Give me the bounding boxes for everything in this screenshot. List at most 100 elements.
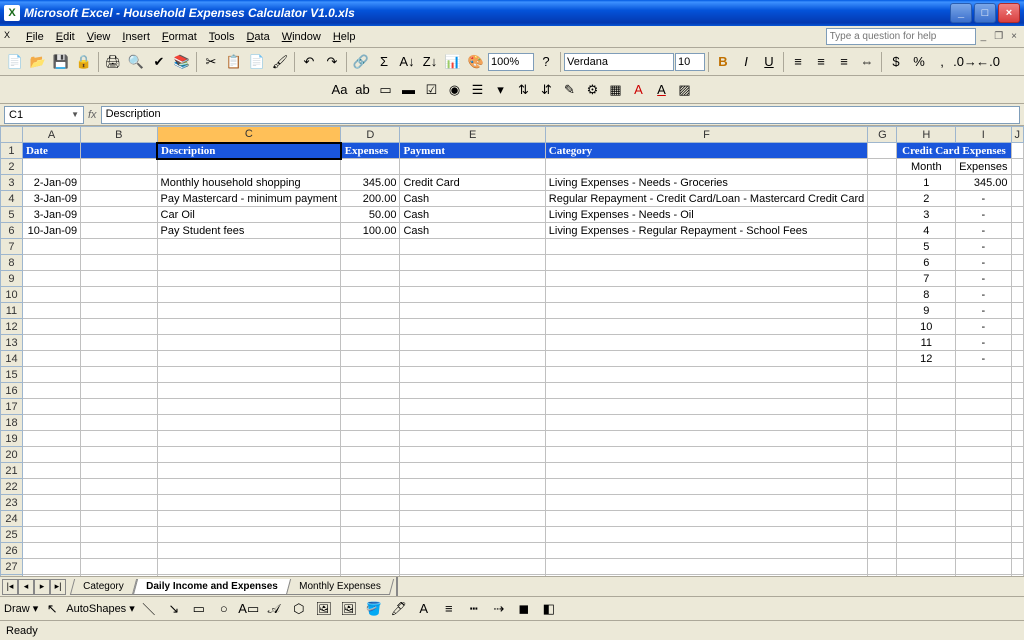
- dash-style-button[interactable]: ┅: [463, 598, 485, 620]
- cell-G10[interactable]: [868, 287, 897, 303]
- cell-G2[interactable]: [868, 159, 897, 175]
- cell-J26[interactable]: [1011, 543, 1024, 559]
- cell-B16[interactable]: [81, 383, 157, 399]
- cell-E21[interactable]: [400, 463, 545, 479]
- row-header-9[interactable]: 9: [1, 271, 23, 287]
- cell-H7[interactable]: 5: [897, 239, 956, 255]
- arrow-button[interactable]: ↘: [163, 598, 185, 620]
- row-header-28[interactable]: 28: [1, 575, 23, 577]
- permission-button[interactable]: 🔒: [73, 51, 95, 73]
- cell-B19[interactable]: [81, 431, 157, 447]
- col-header-D[interactable]: D: [341, 127, 400, 143]
- cell-C9[interactable]: [157, 271, 341, 287]
- cell-J17[interactable]: [1011, 399, 1024, 415]
- scrollbar-button[interactable]: ⇅: [513, 79, 535, 101]
- cell-E9[interactable]: [400, 271, 545, 287]
- sort-asc-button[interactable]: A↓: [396, 51, 418, 73]
- cell-E23[interactable]: [400, 495, 545, 511]
- cell-D4[interactable]: 200.00: [341, 191, 400, 207]
- cell-C8[interactable]: [157, 255, 341, 271]
- cell-B7[interactable]: [81, 239, 157, 255]
- cell-D13[interactable]: [341, 335, 400, 351]
- cell-D16[interactable]: [341, 383, 400, 399]
- col-header-I[interactable]: I: [956, 127, 1011, 143]
- cell-D25[interactable]: [341, 527, 400, 543]
- cell-I17[interactable]: [956, 399, 1011, 415]
- cell-F15[interactable]: [545, 367, 867, 383]
- cell-E20[interactable]: [400, 447, 545, 463]
- cell-A25[interactable]: [22, 527, 80, 543]
- checkbox-button[interactable]: ☑: [421, 79, 443, 101]
- cell-I13[interactable]: -: [956, 335, 1011, 351]
- cell-D27[interactable]: [341, 559, 400, 575]
- cell-I4[interactable]: -: [956, 191, 1011, 207]
- cell-C4[interactable]: Pay Mastercard - minimum payment: [157, 191, 341, 207]
- formula-bar[interactable]: Description: [101, 106, 1020, 124]
- cell-D22[interactable]: [341, 479, 400, 495]
- cell-I14[interactable]: -: [956, 351, 1011, 367]
- run-dialog-button[interactable]: A: [628, 79, 650, 101]
- cell-J23[interactable]: [1011, 495, 1024, 511]
- row-header-1[interactable]: 1: [1, 143, 23, 159]
- comma-button[interactable]: ,: [931, 51, 953, 73]
- cell-B13[interactable]: [81, 335, 157, 351]
- cell-E3[interactable]: Credit Card: [400, 175, 545, 191]
- cell-E10[interactable]: [400, 287, 545, 303]
- spelling-button[interactable]: ✔: [148, 51, 170, 73]
- tab-nav-prev[interactable]: ◂: [18, 579, 34, 595]
- line-button[interactable]: ＼: [138, 598, 160, 620]
- cell-E15[interactable]: [400, 367, 545, 383]
- cell-D2[interactable]: [341, 159, 400, 175]
- cell-B12[interactable]: [81, 319, 157, 335]
- cell-F28[interactable]: [545, 575, 867, 577]
- cell-J8[interactable]: [1011, 255, 1024, 271]
- decrease-decimal-button[interactable]: ←.0: [977, 51, 999, 73]
- cell-A3[interactable]: 2-Jan-09: [22, 175, 80, 191]
- cell-J12[interactable]: [1011, 319, 1024, 335]
- cell-B25[interactable]: [81, 527, 157, 543]
- row-header-6[interactable]: 6: [1, 223, 23, 239]
- cell-E13[interactable]: [400, 335, 545, 351]
- cell-H23[interactable]: [897, 495, 956, 511]
- row-header-21[interactable]: 21: [1, 463, 23, 479]
- cell-D17[interactable]: [341, 399, 400, 415]
- percent-button[interactable]: %: [908, 51, 930, 73]
- cell-E7[interactable]: [400, 239, 545, 255]
- cell-F22[interactable]: [545, 479, 867, 495]
- cell-D21[interactable]: [341, 463, 400, 479]
- select-all-cell[interactable]: [1, 127, 23, 143]
- cell-D6[interactable]: 100.00: [341, 223, 400, 239]
- align-right-button[interactable]: ≡: [833, 51, 855, 73]
- cell-C24[interactable]: [157, 511, 341, 527]
- cell-B26[interactable]: [81, 543, 157, 559]
- col-header-A[interactable]: A: [22, 127, 80, 143]
- cell-H16[interactable]: [897, 383, 956, 399]
- cell-J25[interactable]: [1011, 527, 1024, 543]
- help-search-input[interactable]: [826, 28, 976, 45]
- row-header-13[interactable]: 13: [1, 335, 23, 351]
- cell-H9[interactable]: 7: [897, 271, 956, 287]
- cell-A1[interactable]: Date: [22, 143, 80, 159]
- row-header-12[interactable]: 12: [1, 319, 23, 335]
- cell-G19[interactable]: [868, 431, 897, 447]
- col-header-G[interactable]: G: [868, 127, 897, 143]
- row-header-16[interactable]: 16: [1, 383, 23, 399]
- cell-C16[interactable]: [157, 383, 341, 399]
- cell-G13[interactable]: [868, 335, 897, 351]
- cell-I21[interactable]: [956, 463, 1011, 479]
- print-button[interactable]: 🖨: [102, 51, 124, 73]
- wordart-button[interactable]: 𝒜: [263, 598, 285, 620]
- cell-I23[interactable]: [956, 495, 1011, 511]
- cell-C26[interactable]: [157, 543, 341, 559]
- cell-I24[interactable]: [956, 511, 1011, 527]
- cell-H15[interactable]: [897, 367, 956, 383]
- col-header-J[interactable]: J: [1011, 127, 1024, 143]
- button-button[interactable]: ▬: [398, 79, 420, 101]
- cell-F27[interactable]: [545, 559, 867, 575]
- cell-H20[interactable]: [897, 447, 956, 463]
- cell-C5[interactable]: Car Oil: [157, 207, 341, 223]
- row-header-3[interactable]: 3: [1, 175, 23, 191]
- cell-A8[interactable]: [22, 255, 80, 271]
- menu-edit[interactable]: Edit: [50, 29, 81, 45]
- line-color-button[interactable]: 🖊: [388, 598, 410, 620]
